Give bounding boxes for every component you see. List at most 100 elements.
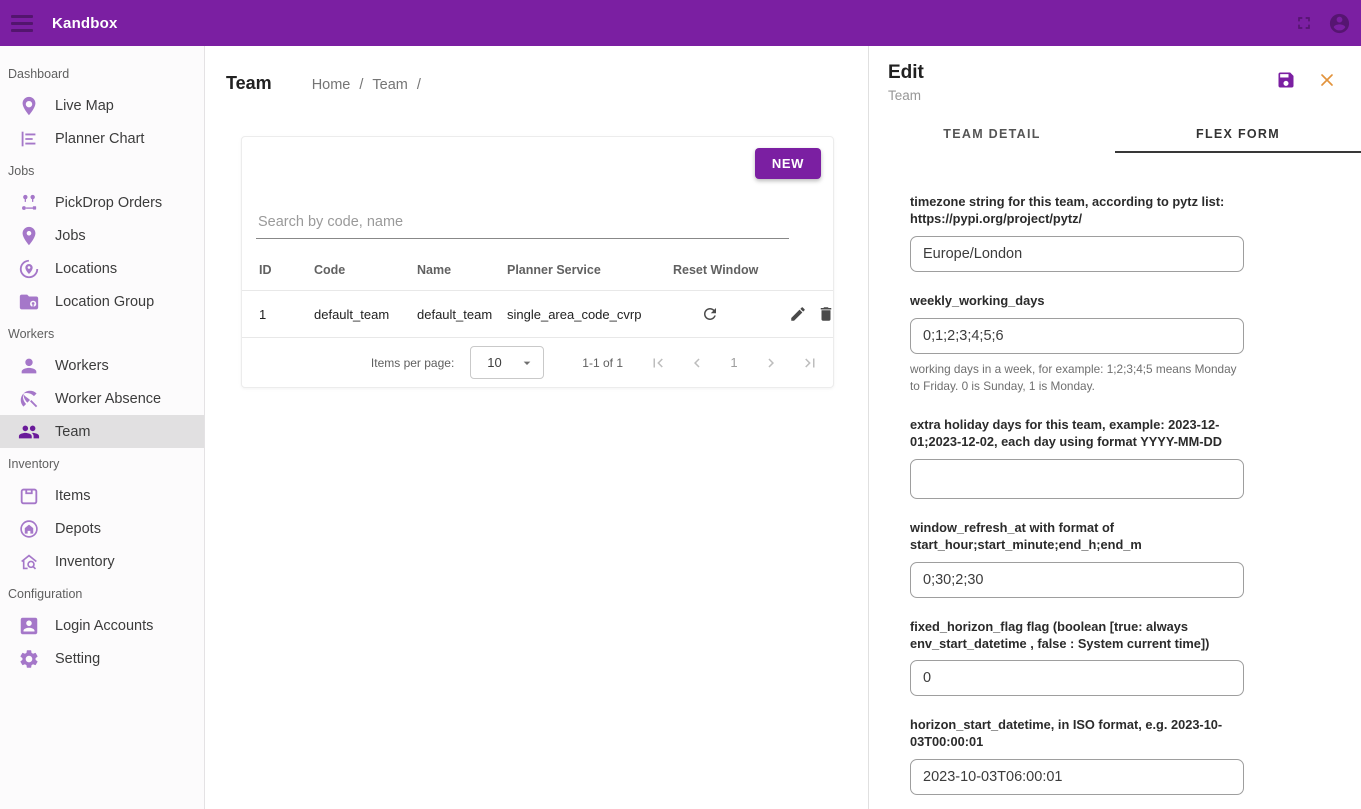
team-table: ID Code Name Planner Service Reset Windo… (242, 249, 833, 338)
inventory-home-search-icon (18, 551, 40, 573)
locations-radar-icon (18, 258, 40, 280)
jobs-pin-icon (18, 225, 40, 247)
weekly-working-days-input[interactable] (910, 318, 1244, 354)
sidebar-item-label: Live Map (55, 98, 114, 114)
sidebar-section-configuration: Configuration (0, 578, 204, 609)
planner-chart-icon (18, 128, 40, 150)
breadcrumb-separator: / (359, 77, 363, 93)
sidebar-item-label: Workers (55, 358, 109, 374)
map-pin-icon (18, 95, 40, 117)
sidebar-item-inventory[interactable]: Inventory (0, 545, 204, 578)
team-list-card: NEW ID Code Name Planner Service Reset W… (241, 136, 834, 388)
edit-panel: Edit Team TEAM DETAIL FLEX FORM timezone… (868, 46, 1361, 809)
form-field-horizon-start-datetime: horizon_start_datetime, in ISO format, e… (910, 717, 1244, 795)
window-refresh-at-input[interactable] (910, 562, 1244, 598)
paginator: Items per page: 10 1-1 of 1 1 (242, 338, 833, 387)
pickdrop-route-icon (18, 192, 40, 214)
sidebar-item-workers[interactable]: Workers (0, 349, 204, 382)
sidebar-item-label: Setting (55, 651, 100, 667)
panel-subtitle: Team (888, 88, 1276, 103)
close-icon[interactable] (1317, 70, 1337, 90)
breadcrumb-separator: / (417, 77, 421, 93)
new-button[interactable]: NEW (755, 148, 821, 179)
delete-trash-icon[interactable] (817, 305, 835, 323)
timezone-input[interactable] (910, 236, 1244, 272)
sidebar-section-dashboard: Dashboard (0, 58, 204, 89)
form-field-fixed-horizon-flag: fixed_horizon_flag flag (boolean [true: … (910, 619, 1244, 697)
sidebar-item-label: Planner Chart (55, 131, 144, 147)
tab-team-detail[interactable]: TEAM DETAIL (869, 117, 1115, 153)
last-page-icon[interactable] (801, 354, 819, 372)
edit-pencil-icon[interactable] (789, 305, 807, 323)
sidebar-item-label: Worker Absence (55, 391, 161, 407)
search-input[interactable] (256, 210, 789, 239)
page-size-value: 10 (487, 355, 501, 370)
form-field-weekly-working-days: weekly_working_days working days in a we… (910, 293, 1244, 396)
fullscreen-icon[interactable] (1294, 13, 1314, 33)
column-header-name: Name (417, 263, 507, 277)
sidebar-item-label: Team (55, 424, 90, 440)
sidebar-item-location-group[interactable]: Location Group (0, 285, 204, 318)
save-icon[interactable] (1276, 70, 1296, 90)
field-label: weekly_working_days (910, 293, 1244, 310)
cell-id: 1 (259, 307, 314, 322)
tab-flex-form[interactable]: FLEX FORM (1115, 117, 1361, 153)
fixed-horizon-flag-input[interactable] (910, 660, 1244, 696)
breadcrumb: Home / Team / (312, 77, 421, 93)
topbar: Kandbox (0, 0, 1361, 46)
field-label: horizon_start_datetime, in ISO format, e… (910, 717, 1244, 751)
sidebar-item-jobs[interactable]: Jobs (0, 219, 204, 252)
page-size-select[interactable]: 10 (470, 346, 544, 379)
main-content: Team Home / Team / NEW ID Code Name Plan… (205, 46, 868, 809)
sidebar-item-live-map[interactable]: Live Map (0, 89, 204, 122)
field-label: extra holiday days for this team, exampl… (910, 417, 1244, 451)
sidebar: Dashboard Live Map Planner Chart Jobs Pi… (0, 46, 205, 809)
panel-title: Edit (888, 62, 1276, 84)
form-field-window-refresh-at: window_refresh_at with format of start_h… (910, 520, 1244, 598)
account-icon[interactable] (1328, 12, 1351, 35)
first-page-icon[interactable] (649, 354, 667, 372)
sidebar-item-login-accounts[interactable]: Login Accounts (0, 609, 204, 642)
breadcrumb-team[interactable]: Team (372, 77, 407, 93)
column-header-id: ID (259, 263, 314, 277)
sidebar-item-label: Login Accounts (55, 618, 153, 634)
sidebar-item-label: Depots (55, 521, 101, 537)
cell-name: default_team (417, 307, 507, 322)
breadcrumb-home[interactable]: Home (312, 77, 351, 93)
sidebar-item-label: Items (55, 488, 90, 504)
worker-person-icon (18, 355, 40, 377)
sidebar-section-inventory: Inventory (0, 448, 204, 479)
field-label: window_refresh_at with format of start_h… (910, 520, 1244, 554)
sidebar-item-label: Location Group (55, 294, 154, 310)
sidebar-item-planner-chart[interactable]: Planner Chart (0, 122, 204, 155)
menu-icon[interactable] (11, 15, 33, 32)
column-header-planner-service: Planner Service (507, 263, 673, 277)
form-field-extra-holiday-days: extra holiday days for this team, exampl… (910, 417, 1244, 499)
refresh-icon[interactable] (701, 305, 789, 323)
sidebar-item-setting[interactable]: Setting (0, 642, 204, 675)
horizon-start-datetime-input[interactable] (910, 759, 1244, 795)
app-title: Kandbox (52, 15, 118, 32)
sidebar-item-worker-absence[interactable]: Worker Absence (0, 382, 204, 415)
sidebar-item-pickdrop-orders[interactable]: PickDrop Orders (0, 186, 204, 219)
sidebar-item-label: Inventory (55, 554, 115, 570)
prev-page-icon[interactable] (688, 354, 706, 372)
sidebar-section-workers: Workers (0, 318, 204, 349)
chevron-down-icon (519, 355, 535, 371)
table-row: 1 default_team default_team single_area_… (242, 291, 833, 338)
flex-form[interactable]: timezone string for this team, according… (869, 153, 1361, 809)
field-helper-text: working days in a week, for example: 1;2… (910, 361, 1244, 396)
sidebar-item-label: Jobs (55, 228, 86, 244)
column-header-code: Code (314, 263, 417, 277)
sidebar-item-locations[interactable]: Locations (0, 252, 204, 285)
next-page-icon[interactable] (762, 354, 780, 372)
sidebar-item-depots[interactable]: Depots (0, 512, 204, 545)
sidebar-section-jobs: Jobs (0, 155, 204, 186)
extra-holiday-days-input[interactable] (910, 459, 1244, 499)
sidebar-item-team[interactable]: Team (0, 415, 204, 448)
form-field-timezone: timezone string for this team, according… (910, 194, 1244, 272)
field-label: timezone string for this team, according… (910, 194, 1244, 228)
page-number-button[interactable]: 1 (727, 355, 741, 370)
cell-code: default_team (314, 307, 417, 322)
sidebar-item-items[interactable]: Items (0, 479, 204, 512)
